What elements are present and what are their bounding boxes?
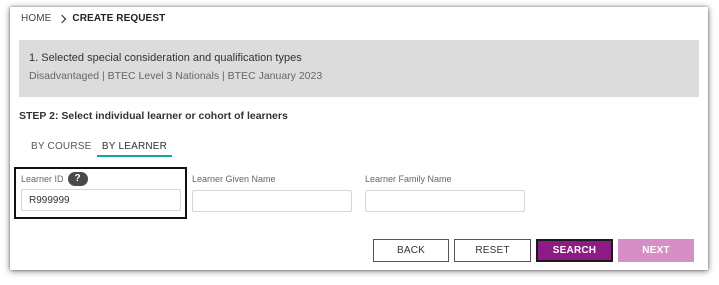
family-name-input[interactable] bbox=[365, 190, 525, 212]
question-mark-icon[interactable]: ? bbox=[67, 171, 88, 186]
search-button[interactable]: SEARCH bbox=[536, 239, 613, 262]
learner-id-label: Learner ID bbox=[21, 173, 64, 184]
back-button[interactable]: BACK bbox=[373, 239, 449, 262]
tab-by-course[interactable]: BY COURSE bbox=[31, 141, 92, 152]
learner-id-label-row: Learner ID ? bbox=[21, 171, 185, 186]
family-name-label: Learner Family Name bbox=[365, 173, 452, 184]
breadcrumb-home-link[interactable]: HOME bbox=[21, 13, 51, 24]
tab-by-learner[interactable]: BY LEARNER bbox=[97, 141, 172, 157]
summary-title: 1. Selected special consideration and qu… bbox=[29, 52, 302, 64]
learner-id-field-group: Learner ID ? bbox=[14, 167, 187, 219]
breadcrumb-current: CREATE REQUEST bbox=[72, 13, 166, 24]
family-name-field-group: Learner Family Name bbox=[365, 172, 525, 212]
learner-id-input[interactable] bbox=[21, 189, 181, 211]
next-button[interactable]: NEXT bbox=[618, 239, 694, 262]
selection-summary: 1. Selected special consideration and qu… bbox=[19, 40, 699, 97]
given-name-field-group: Learner Given Name bbox=[192, 172, 352, 212]
given-name-input[interactable] bbox=[192, 190, 352, 212]
step-heading: STEP 2: Select individual learner or coh… bbox=[19, 110, 288, 122]
summary-detail: Disadvantaged | BTEC Level 3 Nationals |… bbox=[29, 70, 323, 82]
chevron-right-icon bbox=[58, 14, 67, 23]
given-name-label: Learner Given Name bbox=[192, 173, 276, 184]
reset-button[interactable]: RESET bbox=[454, 239, 531, 262]
create-request-panel: HOME CREATE REQUEST 1. Selected special … bbox=[10, 7, 708, 270]
breadcrumb: HOME CREATE REQUEST bbox=[21, 13, 165, 24]
